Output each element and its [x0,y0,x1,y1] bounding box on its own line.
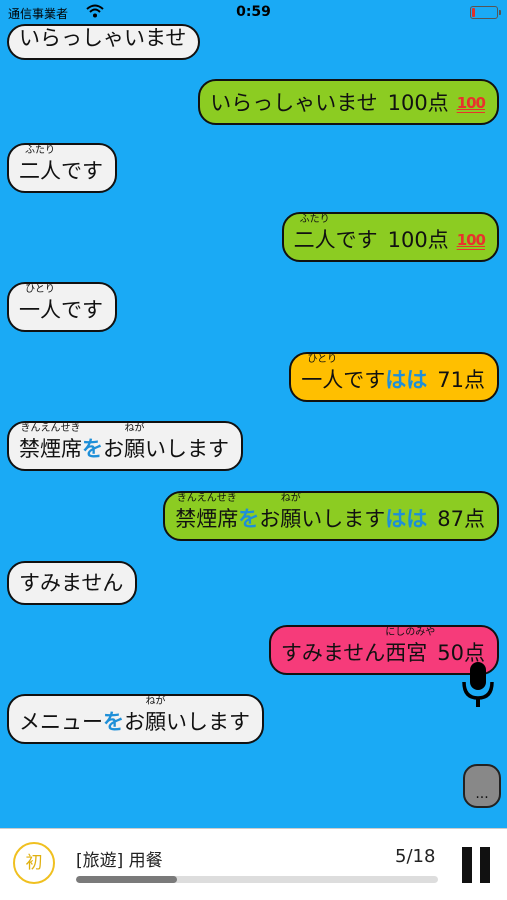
response-bubble[interactable]: いらっしゃいませ 100点 100 [198,79,499,125]
score-label: 100点 [387,91,449,115]
message-text: を [82,437,103,461]
hundred-points-icon: 100 [456,94,486,112]
furigana: ふたり [25,145,55,156]
furigana: にしのみや [385,627,436,638]
extra-utterance: はは [385,507,428,531]
prompt-bubble[interactable]: 禁煙席 きんえんせきをお願ねが いします [7,421,243,471]
response-bubble[interactable]: 二人 ふたり です 100点 100 [281,212,499,262]
battery-icon [470,6,501,19]
furigana: ねが [145,696,166,707]
ruby-word: 禁煙席 きんえんせき [175,493,239,532]
message-text: お [259,507,281,531]
score-label: 100点 [387,228,449,252]
ruby-word: 願ねが [145,696,166,735]
microphone-icon[interactable] [460,660,496,710]
message-text: です [61,159,103,183]
message-text: いらっしゃいませ [210,91,378,115]
message-text: を [238,507,260,531]
message-text: いします [301,507,386,531]
furigana: きんえんせき [20,423,81,434]
furigana: ねが [124,423,145,434]
bottom-bar: 初 [旅遊] 用餐 5/18 [0,828,507,900]
message-text: お [124,710,145,734]
message-text: いします [145,437,229,461]
message-text: いらっしゃいませ [19,26,187,50]
progress-counter: 5/18 [395,846,436,867]
prompt-bubble[interactable]: 二人 ふたり です [7,143,117,193]
extra-utterance: はは [385,368,428,392]
furigana: ふたり [299,214,330,225]
message-text: です [61,298,103,322]
prompt-bubble[interactable]: すみません [7,561,138,605]
status-bar: 通信事業者 0:59 [0,0,507,26]
progress-fill [76,876,177,883]
ruby-word: 一人 ひとり [19,284,61,323]
hundred-points-icon: 100 [456,231,486,249]
furigana: ひとり [25,284,55,295]
message-text: すみません [19,571,124,595]
furigana: きんえんせき [176,493,237,504]
progress-bar [76,876,438,883]
more-options-button[interactable]: ... [463,764,501,808]
pause-icon-bar-right [480,847,490,883]
score-label: 87点 [437,507,485,531]
chat-area: いらっしゃいませ いらっしゃいませ 100点 100 二人 ふたり です 二人 ふたり です 100… [0,0,507,828]
message-text: です [335,228,378,252]
prompt-bubble[interactable]: いらっしゃいませ [7,24,201,60]
ruby-word: 西宮 にしのみや [385,627,436,666]
message-text: メニュー [19,710,103,734]
prompt-bubble[interactable]: メニューをお願ねが いします [7,694,264,744]
ruby-word: 二人 ふたり [19,145,61,184]
message-text: です [343,368,386,392]
pause-icon-bar-left [462,847,472,883]
ruby-word: 一人 ひとり [301,354,344,393]
clock: 0:59 [236,4,271,20]
ruby-word: 禁煙席 きんえんせき [19,423,82,462]
message-text: すみません [280,641,386,665]
message-text: お [103,437,124,461]
pause-button[interactable] [460,847,492,883]
message-text: を [103,710,124,734]
message-text: いします [166,710,250,734]
response-bubble[interactable]: 禁煙席 きんえんせきをお願ねが いします はは 87点 [163,491,499,541]
level-badge[interactable]: 初 [13,842,55,884]
response-bubble[interactable]: 一人 ひとり です はは 71点 [289,352,499,402]
score-label: 71点 [437,368,485,392]
ruby-word: 願ねが [280,493,302,532]
lesson-title: [旅遊] 用餐 [76,851,163,871]
ruby-word: 二人 ふたり [293,214,336,253]
prompt-bubble[interactable]: 一人 ひとり です [7,282,117,332]
ruby-word: 願ねが [124,423,145,462]
furigana: ねが [280,493,301,504]
furigana: ひとり [307,354,338,365]
